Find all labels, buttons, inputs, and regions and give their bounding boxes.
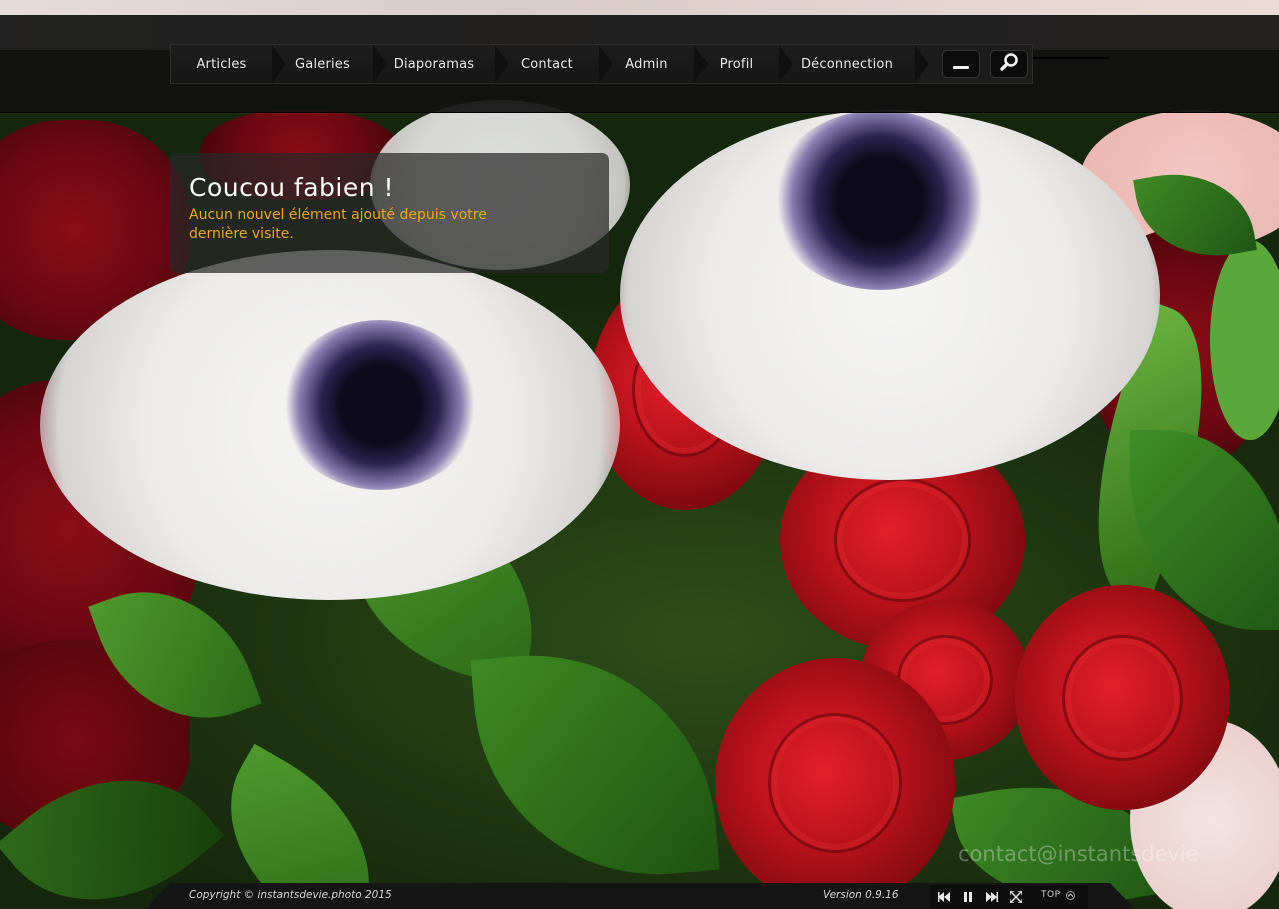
welcome-message: Aucun nouvel élément ajouté depuis votre… (189, 207, 487, 242)
nav-galeries[interactable]: Galeries (272, 45, 387, 83)
pause-icon[interactable] (960, 889, 976, 905)
nav-icon-group (942, 50, 1028, 78)
search-icon (999, 52, 1019, 76)
minimize-button[interactable] (942, 50, 980, 78)
nav-contact[interactable]: Contact (495, 45, 613, 83)
back-to-top-link[interactable]: TOP (1041, 890, 1075, 900)
version-text: Version 0.9.16 (823, 889, 899, 901)
photo-watermark: contact@instantsdevie (958, 842, 1199, 866)
previous-icon[interactable] (936, 889, 952, 905)
fullscreen-icon[interactable] (1008, 889, 1024, 905)
background-photo (0, 0, 1279, 909)
arrow-up-icon (1065, 890, 1075, 900)
main-nav: Articles Galeries Diaporamas Contact Adm… (170, 44, 1033, 84)
divider (1033, 57, 1109, 59)
top-label: TOP (1041, 890, 1061, 900)
nav-admin[interactable]: Admin (599, 45, 708, 83)
nav-diaporamas[interactable]: Diaporamas (373, 45, 509, 83)
minimize-icon (953, 55, 969, 74)
search-button[interactable] (990, 50, 1028, 78)
nav-articles[interactable]: Articles (171, 45, 286, 83)
welcome-panel: Coucou fabien ! Aucun nouvel élément ajo… (169, 153, 609, 273)
nav-deconnection[interactable]: Déconnection (779, 45, 929, 83)
welcome-title: Coucou fabien ! (189, 173, 395, 202)
next-icon[interactable] (984, 889, 1000, 905)
copyright-text: Copyright © instantsdevie.photo 2015 (189, 889, 392, 901)
footer: Copyright © instantsdevie.photo 2015 Ver… (145, 883, 1135, 909)
